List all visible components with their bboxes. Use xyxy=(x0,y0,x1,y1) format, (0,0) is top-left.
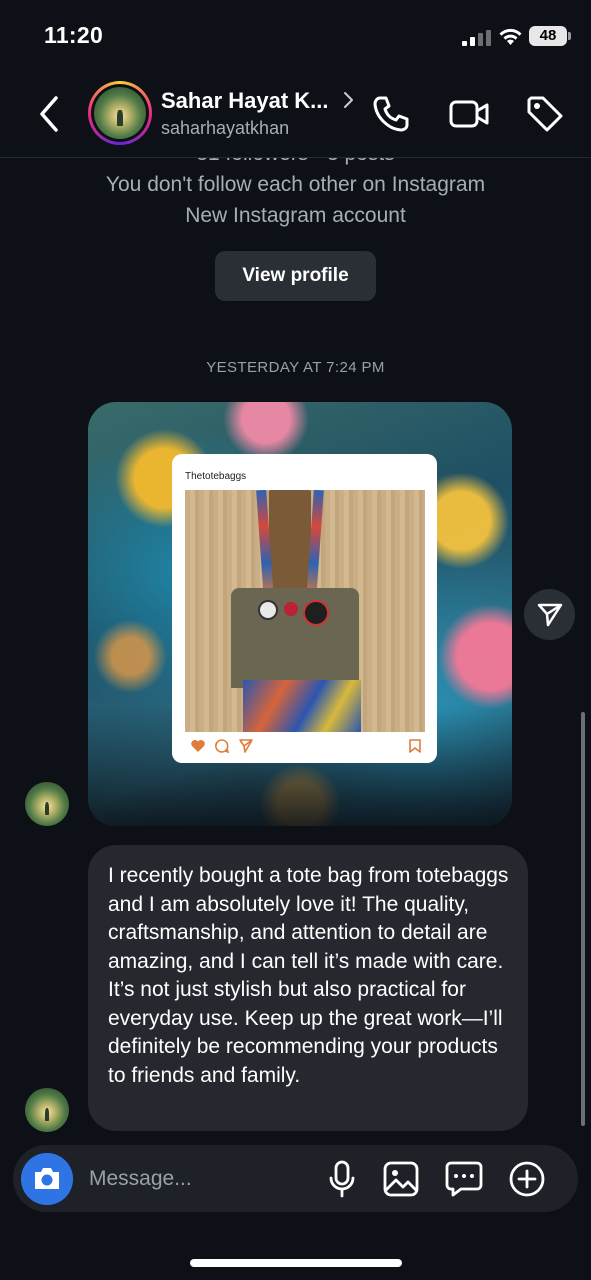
share-icon xyxy=(239,739,253,753)
back-icon[interactable] xyxy=(34,94,66,134)
heart-icon xyxy=(191,740,205,752)
cellular-signal-icon xyxy=(462,30,491,46)
shared-post-image xyxy=(185,490,425,732)
gallery-icon[interactable] xyxy=(382,1160,420,1198)
status-time: 11:20 xyxy=(44,22,104,48)
view-profile-button[interactable]: View profile xyxy=(215,251,376,301)
shared-post[interactable]: Thetotebaggs xyxy=(88,402,512,826)
home-indicator[interactable] xyxy=(190,1259,402,1267)
message-input[interactable] xyxy=(89,1159,314,1199)
status-bar: 11:20 48 xyxy=(0,0,591,70)
phone-icon[interactable] xyxy=(371,94,411,134)
video-call-icon[interactable] xyxy=(448,96,490,132)
wifi-icon xyxy=(499,28,522,45)
chevron-right-icon[interactable] xyxy=(343,91,355,109)
microphone-icon[interactable] xyxy=(326,1159,358,1199)
sender-avatar[interactable] xyxy=(25,782,69,826)
message-timestamp: YESTERDAY AT 7:24 PM xyxy=(206,359,385,376)
comment-icon xyxy=(215,739,230,754)
chat-header: Sahar Hayat K... saharhayatkhan xyxy=(0,72,591,158)
shared-post-actions xyxy=(186,738,426,756)
sticker-icon[interactable] xyxy=(445,1160,483,1198)
message-text: I recently bought a tote bag from toteba… xyxy=(108,864,509,1087)
camera-icon[interactable] xyxy=(21,1153,73,1205)
contact-username[interactable]: saharhayatkhan xyxy=(161,118,289,139)
message-composer xyxy=(13,1145,578,1212)
plus-icon[interactable] xyxy=(508,1160,546,1198)
bookmark-icon xyxy=(409,739,421,753)
follow-status: You don't follow each other on Instagram xyxy=(105,173,486,196)
contact-name[interactable]: Sahar Hayat K... xyxy=(161,88,329,114)
sender-avatar[interactable] xyxy=(25,1088,69,1132)
avatar[interactable] xyxy=(88,81,152,145)
shared-post-preview[interactable]: Thetotebaggs xyxy=(172,454,437,763)
account-note: New Instagram account xyxy=(185,204,406,227)
scrollbar[interactable] xyxy=(581,712,585,1126)
battery-indicator: 48 xyxy=(529,26,571,46)
forward-icon[interactable] xyxy=(524,589,575,640)
message-bubble[interactable]: I recently bought a tote bag from toteba… xyxy=(88,845,528,1131)
shared-post-username: Thetotebaggs xyxy=(185,471,247,482)
tag-icon[interactable] xyxy=(525,94,565,134)
